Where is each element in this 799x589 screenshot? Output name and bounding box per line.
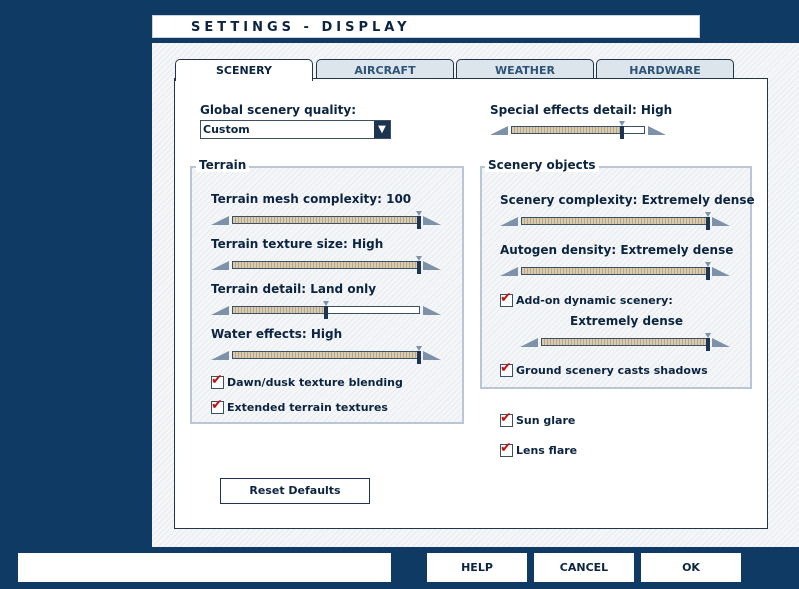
scenery-complexity-label: Scenery complexity: Extremely dense: [500, 193, 755, 207]
decrease-arrow-icon[interactable]: [211, 306, 229, 315]
tab-scenery[interactable]: SCENERY: [175, 59, 313, 81]
check-icon: ✔: [500, 360, 512, 376]
addon-scenery-label: Add-on dynamic scenery:: [516, 294, 673, 307]
decrease-arrow-icon[interactable]: [500, 217, 518, 226]
global-quality-value: Custom: [203, 123, 250, 136]
slider-thumb[interactable]: [417, 261, 421, 274]
slider-track[interactable]: [232, 301, 420, 319]
decrease-arrow-icon[interactable]: [211, 261, 229, 270]
slider-thumb[interactable]: [706, 267, 710, 280]
decrease-arrow-icon[interactable]: [490, 126, 508, 135]
special-effects-label: Special effects detail: High: [490, 103, 673, 117]
increase-arrow-icon[interactable]: [712, 338, 730, 347]
global-quality-dropdown[interactable]: Custom ▼: [200, 120, 391, 139]
increase-arrow-icon[interactable]: [423, 261, 441, 270]
autogen-density-label: Autogen density: Extremely dense: [500, 243, 734, 257]
decrease-arrow-icon[interactable]: [211, 216, 229, 225]
scenery-objects-group-title: Scenery objects: [485, 158, 599, 172]
ground-shadows-checkbox[interactable]: ✔: [500, 360, 513, 377]
terrain-mesh-label: Terrain mesh complexity: 100: [211, 192, 412, 206]
check-icon: ✔: [211, 397, 223, 413]
tab-weather[interactable]: WEATHER: [456, 59, 594, 79]
slider-thumb[interactable]: [324, 306, 328, 319]
check-icon: ✔: [500, 290, 512, 306]
dawn-dusk-checkbox-row[interactable]: ✔ Dawn/dusk texture blending: [211, 372, 403, 389]
terrain-detail-label: Terrain detail: Land only: [211, 282, 377, 296]
reset-defaults-button[interactable]: Reset Defaults: [220, 478, 370, 504]
check-icon: ✔: [500, 410, 512, 426]
help-button[interactable]: HELP: [427, 553, 527, 582]
special-effects-slider[interactable]: [490, 121, 666, 139]
slider-track[interactable]: [232, 211, 422, 229]
cancel-button[interactable]: CANCEL: [534, 553, 634, 582]
increase-arrow-icon[interactable]: [648, 126, 666, 135]
slider-track[interactable]: [232, 346, 422, 364]
scenery-complexity-slider[interactable]: [500, 212, 730, 230]
decrease-arrow-icon[interactable]: [211, 351, 229, 360]
extended-textures-checkbox[interactable]: ✔: [211, 397, 224, 414]
increase-arrow-icon[interactable]: [423, 306, 441, 315]
addon-scenery-checkbox-row[interactable]: ✔ Add-on dynamic scenery:: [500, 290, 673, 307]
decrease-arrow-icon[interactable]: [500, 267, 518, 276]
extended-textures-label: Extended terrain textures: [227, 401, 388, 414]
sun-glare-checkbox-row[interactable]: ✔ Sun glare: [500, 410, 576, 427]
increase-arrow-icon[interactable]: [712, 217, 730, 226]
decrease-arrow-icon[interactable]: [520, 338, 538, 347]
addon-scenery-value: Extremely dense: [570, 314, 684, 328]
autogen-density-slider[interactable]: [500, 262, 730, 280]
slider-thumb[interactable]: [417, 351, 421, 364]
ground-shadows-label: Ground scenery casts shadows: [516, 364, 708, 377]
addon-scenery-slider[interactable]: [520, 333, 730, 351]
chevron-down-icon[interactable]: ▼: [374, 121, 390, 138]
slider-track[interactable]: [541, 333, 711, 351]
increase-arrow-icon[interactable]: [712, 267, 730, 276]
slider-thumb[interactable]: [706, 338, 710, 351]
lens-flare-checkbox-row[interactable]: ✔ Lens flare: [500, 440, 578, 457]
terrain-mesh-slider[interactable]: [211, 211, 441, 229]
terrain-texture-label: Terrain texture size: High: [211, 237, 384, 251]
increase-arrow-icon[interactable]: [423, 216, 441, 225]
slider-track[interactable]: [521, 262, 711, 280]
increase-arrow-icon[interactable]: [423, 351, 441, 360]
ground-shadows-checkbox-row[interactable]: ✔ Ground scenery casts shadows: [500, 360, 708, 377]
terrain-texture-slider[interactable]: [211, 256, 441, 274]
terrain-detail-slider[interactable]: [211, 301, 441, 319]
lens-flare-checkbox[interactable]: ✔: [500, 440, 513, 457]
slider-track[interactable]: [521, 212, 711, 230]
slider-track[interactable]: [511, 121, 645, 139]
sun-glare-checkbox[interactable]: ✔: [500, 410, 513, 427]
lens-flare-label: Lens flare: [516, 444, 578, 457]
status-field: [18, 553, 391, 582]
dawn-dusk-checkbox[interactable]: ✔: [211, 372, 224, 389]
tab-aircraft[interactable]: AIRCRAFT: [316, 59, 454, 79]
check-icon: ✔: [211, 372, 223, 388]
slider-thumb[interactable]: [417, 216, 421, 229]
water-effects-slider[interactable]: [211, 346, 441, 364]
sun-glare-label: Sun glare: [516, 414, 576, 427]
ok-button[interactable]: OK: [641, 553, 741, 582]
slider-thumb[interactable]: [619, 126, 624, 139]
check-icon: ✔: [500, 440, 512, 456]
terrain-group-title: Terrain: [196, 158, 250, 172]
global-quality-label: Global scenery quality:: [200, 103, 356, 117]
dawn-dusk-label: Dawn/dusk texture blending: [227, 376, 403, 389]
water-effects-label: Water effects: High: [211, 327, 343, 341]
window-title: SETTINGS - DISPLAY: [152, 15, 700, 38]
slider-track[interactable]: [232, 256, 422, 274]
addon-scenery-checkbox[interactable]: ✔: [500, 290, 513, 307]
tab-hardware[interactable]: HARDWARE: [596, 59, 734, 79]
extended-textures-checkbox-row[interactable]: ✔ Extended terrain textures: [211, 397, 388, 414]
slider-thumb[interactable]: [706, 217, 710, 230]
